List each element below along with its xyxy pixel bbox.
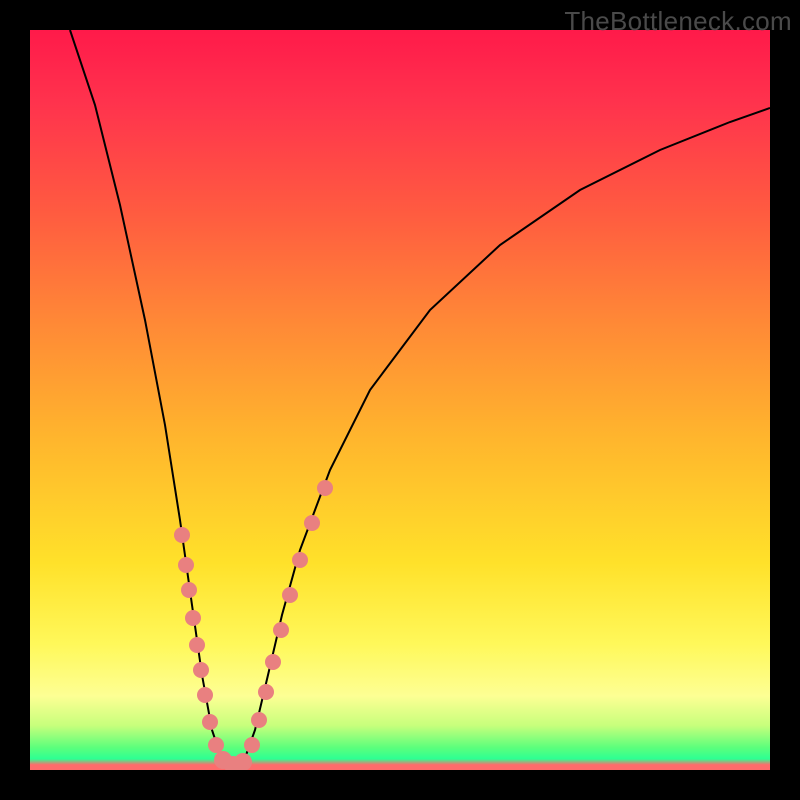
data-dot xyxy=(251,712,267,728)
data-dot xyxy=(202,714,218,730)
data-dot xyxy=(258,684,274,700)
data-dot xyxy=(197,687,213,703)
data-dots xyxy=(174,480,333,770)
data-dot xyxy=(181,582,197,598)
data-dot xyxy=(185,610,201,626)
data-dot xyxy=(304,515,320,531)
data-dot xyxy=(174,527,190,543)
chart-svg xyxy=(30,30,770,770)
curve-left xyxy=(70,30,232,765)
data-dot xyxy=(208,737,224,753)
data-dot xyxy=(317,480,333,496)
curve-right xyxy=(232,108,770,765)
data-dot xyxy=(234,753,252,770)
watermark-text: TheBottleneck.com xyxy=(564,6,792,37)
data-dot xyxy=(292,552,308,568)
data-dot xyxy=(193,662,209,678)
plot-area xyxy=(30,30,770,770)
data-dot xyxy=(273,622,289,638)
data-dot xyxy=(244,737,260,753)
data-dot xyxy=(282,587,298,603)
data-dot xyxy=(178,557,194,573)
data-dot xyxy=(189,637,205,653)
data-dot xyxy=(265,654,281,670)
